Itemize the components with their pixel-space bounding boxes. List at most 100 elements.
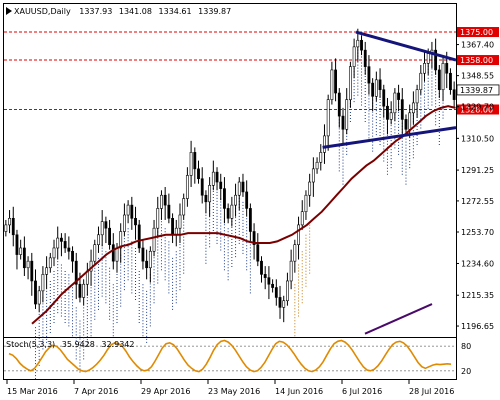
- candle-body: [393, 92, 397, 114]
- candle-body: [256, 244, 260, 262]
- candle-body: [267, 277, 271, 285]
- candle-body: [148, 250, 152, 269]
- current-price-label: 1339.87: [460, 86, 493, 95]
- candle-body: [237, 181, 241, 196]
- candle-body: [326, 99, 330, 137]
- main-pane-frame: [3, 3, 457, 338]
- candle-body: [415, 89, 419, 104]
- candle-body: [82, 283, 86, 298]
- candle-body: [56, 237, 60, 249]
- candle-body: [330, 69, 334, 100]
- candle-body: [400, 99, 404, 120]
- candle-body: [286, 280, 289, 302]
- candle-body: [8, 218, 11, 226]
- candle-body: [352, 46, 356, 67]
- candle-body: [363, 49, 367, 67]
- candle-body: [278, 297, 282, 308]
- price-tick-label: 1348.55: [461, 72, 494, 81]
- candle-body: [378, 79, 382, 91]
- open-value: 1337.93: [79, 7, 112, 16]
- candle-body: [319, 152, 323, 163]
- candle-body: [452, 89, 456, 100]
- candle-body: [19, 247, 23, 255]
- candle-body: [300, 211, 304, 226]
- candle-body: [115, 247, 119, 262]
- date-axis: 15 Mar 2016 7 Apr 2016 29 Apr 2016 23 May 2…: [6, 380, 454, 396]
- candle-body: [426, 53, 430, 64]
- candle-body: [93, 244, 97, 262]
- candle-body: [334, 69, 338, 94]
- price-tick-label: 1310.50: [461, 134, 494, 143]
- candle-body: [60, 237, 63, 242]
- candle-body: [441, 63, 445, 91]
- stoch-level-label: 80: [461, 342, 471, 351]
- candle-body: [67, 247, 71, 252]
- candle-body: [345, 99, 349, 130]
- candle-body: [34, 280, 37, 305]
- candle-body: [248, 208, 252, 232]
- date-tick-label: 29 Apr 2016: [141, 387, 190, 396]
- price-axis: 1375.001358.001328.001367.401348.551329.…: [456, 27, 500, 331]
- candle-body: [367, 66, 371, 84]
- candle-body: [374, 79, 378, 97]
- candle-body: [445, 63, 449, 74]
- price-tick-label: 1234.60: [461, 259, 494, 268]
- candle-body: [204, 194, 208, 203]
- candle-body: [182, 198, 186, 216]
- candle-body: [48, 257, 52, 269]
- candle-body: [223, 188, 226, 209]
- candle-body: [260, 260, 263, 275]
- candle-body: [271, 283, 275, 288]
- candle-body: [26, 260, 30, 269]
- price-tick-label: 1291.25: [461, 166, 494, 175]
- candle-body: [100, 221, 104, 236]
- level-label: 1358.00: [460, 56, 493, 65]
- candle-body: [419, 72, 423, 91]
- candle-body: [408, 112, 412, 130]
- candle-body: [137, 224, 141, 249]
- candle-body: [30, 260, 34, 282]
- candle-body: [52, 247, 56, 259]
- candle-body: [397, 92, 400, 100]
- candle-body: [215, 171, 219, 183]
- candle-body: [230, 204, 234, 219]
- price-tick-label: 1329.70: [461, 103, 494, 112]
- candle-body: [297, 224, 300, 245]
- level-label: 1375.00: [460, 28, 493, 37]
- candle-body: [323, 135, 326, 153]
- candle-body: [171, 218, 174, 236]
- candle-body: [97, 234, 100, 245]
- candle-body: [423, 63, 426, 74]
- candle-body: [274, 287, 278, 298]
- candle-body: [241, 181, 245, 193]
- candle-body: [193, 152, 197, 170]
- candle-body: [449, 72, 452, 91]
- candle-body: [219, 181, 223, 189]
- candle-body: [4, 224, 8, 232]
- stoch-level-label: 20: [461, 367, 471, 376]
- candle-body: [163, 194, 167, 206]
- candle-body: [341, 115, 345, 130]
- candle-body: [234, 194, 237, 206]
- candle-body: [211, 171, 215, 186]
- candle-body: [289, 260, 293, 282]
- candle-body: [360, 39, 363, 51]
- price-tick-label: 1253.70: [461, 228, 494, 237]
- candle-body: [356, 39, 360, 48]
- candle-body: [185, 175, 189, 199]
- candle-body: [337, 92, 341, 117]
- candle-body: [134, 218, 137, 226]
- candle-body: [386, 105, 389, 120]
- date-tick-label: 14 Jun 2016: [275, 387, 323, 396]
- candle-body: [282, 300, 286, 308]
- stoch-header: Stoch(5,3,3) 35.9428 32.9342: [6, 340, 134, 349]
- candle-body: [11, 218, 15, 236]
- candle-body: [308, 181, 312, 196]
- candle-body: [411, 102, 415, 114]
- candle-body: [348, 66, 352, 100]
- candle-body: [189, 152, 193, 176]
- candle-body: [382, 89, 386, 107]
- candle-body: [45, 267, 49, 275]
- candle-body: [37, 290, 41, 305]
- candle-body: [245, 191, 249, 209]
